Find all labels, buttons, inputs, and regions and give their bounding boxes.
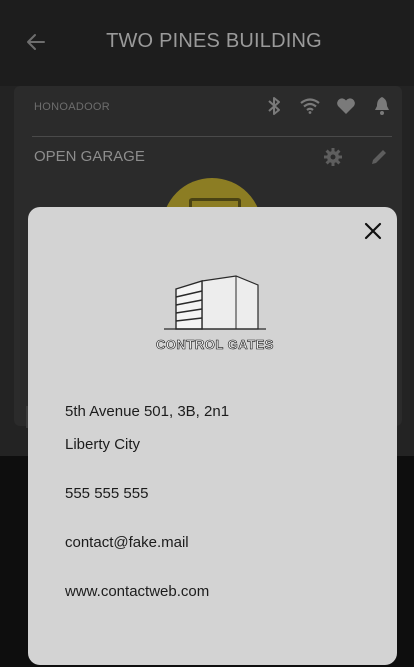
device-name: HONOADOOR [34,101,111,113]
page-title: TWO PINES BUILDING [106,30,322,52]
building-logo-icon [164,275,266,330]
contact-modal: CONTROL GATES 5th Avenue 501, 3B, 2n1 Li… [28,207,397,665]
action-icons [322,146,390,168]
action-label: OPEN GARAGE [34,148,145,165]
email-address[interactable]: contact@fake.mail [65,534,189,551]
gear-icon[interactable] [322,146,344,168]
app-header: TWO PINES BUILDING [0,0,414,86]
website-link[interactable]: www.contactweb.com [65,583,209,600]
close-button[interactable] [361,219,385,243]
phone-number[interactable]: 555 555 555 [65,485,148,502]
close-icon [364,222,382,240]
wifi-icon [300,96,320,116]
bluetooth-icon [264,96,284,116]
bell-icon[interactable] [372,96,392,116]
heart-icon[interactable] [336,96,356,116]
address-line-2: Liberty City [65,436,141,453]
pencil-icon[interactable] [368,146,390,168]
company-logo: CONTROL GATES [150,273,280,363]
logo-text: CONTROL GATES [156,337,274,353]
device-status-icons [264,96,392,116]
card-divider [32,136,392,137]
address-line-1: 5th Avenue 501, 3B, 2n1 [65,403,230,420]
